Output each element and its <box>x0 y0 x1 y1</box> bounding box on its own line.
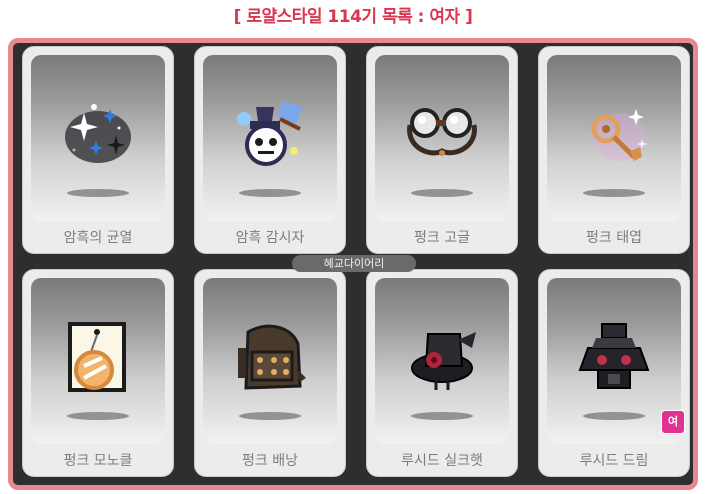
item-card-punk-backpack[interactable]: 펑크 배낭 <box>194 269 346 477</box>
female-badge: 여 <box>661 410 685 434</box>
watermark: 혜교다이어리 <box>292 255 416 272</box>
item-card-lucid-silk-hat[interactable]: 루시드 실크햇 <box>366 269 518 477</box>
dark-watcher-pet-icon <box>230 95 310 175</box>
item-card-lucid-dream[interactable]: 여 루시드 드림 <box>538 269 690 477</box>
lucid-dream-outfit-icon <box>574 318 654 398</box>
punk-goggles-icon <box>402 95 482 175</box>
item-card-dark-crack[interactable]: 암흑의 균열 <box>22 46 174 254</box>
lucid-silk-hat-icon <box>402 318 482 398</box>
punk-windup-key-icon <box>574 95 654 175</box>
punk-backpack-icon <box>230 318 310 398</box>
item-card-dark-watcher[interactable]: 암흑 감시자 <box>194 46 346 254</box>
punk-monocle-icon <box>58 318 138 398</box>
item-card-punk-windup[interactable]: 펑크 태엽 <box>538 46 690 254</box>
page-title: [ 로얄스타일 114기 목록 : 여자 ] <box>233 7 473 27</box>
item-card-punk-goggles[interactable]: 펑크 고글 <box>366 46 518 254</box>
dark-crack-effect-icon <box>58 95 138 175</box>
item-card-punk-monocle[interactable]: 펑크 모노클 <box>22 269 174 477</box>
